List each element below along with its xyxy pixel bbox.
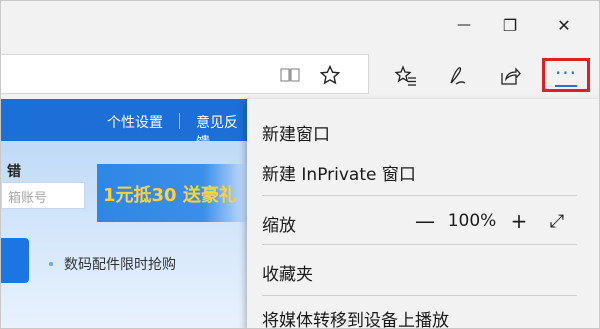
favorites-hub-icon	[394, 65, 416, 86]
share-icon	[501, 67, 521, 85]
menu-item-favorites-bar[interactable]: 收藏夹	[262, 260, 313, 285]
menu-item-new-private-window[interactable]: 新建 InPrivate 窗口	[262, 160, 416, 185]
close-button[interactable]: ✕	[546, 11, 582, 39]
promo-banner-text: 1元抵30 送豪礼	[103, 185, 237, 206]
error-label: 错	[7, 164, 21, 180]
more-actions-button[interactable]: ···	[542, 58, 590, 92]
restore-button[interactable]: ❐	[492, 11, 528, 39]
login-button[interactable]	[1, 238, 29, 283]
bullet-icon	[49, 262, 53, 266]
restore-icon: ❐	[502, 15, 518, 35]
fullscreen-icon[interactable]: ⤢	[547, 211, 567, 232]
promo-link[interactable]: 数码配件限时抢购	[64, 254, 176, 274]
menu-item-new-window[interactable]: 新建窗口	[262, 120, 330, 145]
navigation-bar: ···	[1, 51, 599, 99]
menu-divider	[262, 244, 577, 245]
minimize-button[interactable]: —	[446, 11, 482, 39]
web-note-icon	[450, 67, 466, 85]
site-header: 个性设置 意见反馈	[1, 99, 249, 151]
header-divider	[179, 113, 180, 129]
menu-item-zoom-label: 缩放	[262, 216, 296, 236]
menu-item-cast-media[interactable]: 将媒体转移到设备上播放	[262, 306, 449, 328]
add-favorite-star-icon[interactable]	[317, 55, 343, 95]
minimize-icon: —	[457, 17, 471, 33]
favorites-hub-button[interactable]	[391, 61, 421, 91]
zoom-controls: — 100% + ⤢	[413, 209, 567, 233]
promo-banner[interactable]: 1元抵30 送豪礼	[97, 164, 249, 222]
menu-divider	[262, 295, 577, 296]
close-icon: ✕	[557, 15, 571, 35]
title-bar: — ❐ ✕	[1, 1, 599, 51]
more-actions-menu: 新建窗口 新建 InPrivate 窗口 缩放 — 100% + ⤢ 收藏夹 将…	[247, 99, 599, 328]
zoom-in-button[interactable]: +	[507, 209, 531, 233]
login-area: 错 箱账号 1元抵30 送豪礼 数码配件限时抢购	[1, 141, 249, 328]
zoom-out-button[interactable]: —	[413, 209, 437, 233]
address-bar[interactable]	[1, 54, 369, 94]
zoom-value: 100%	[447, 211, 497, 231]
menu-divider	[262, 195, 577, 196]
share-button[interactable]	[495, 61, 525, 91]
web-note-button[interactable]	[443, 61, 473, 91]
browser-window: — ❐ ✕ ··· 个性设置 意见反 错 箱账号 1元抵30 送豪礼 数码配件限…	[0, 0, 600, 329]
reading-view-icon[interactable]	[277, 55, 303, 95]
account-input[interactable]: 箱账号	[1, 182, 85, 209]
more-icon: ···	[554, 61, 578, 85]
personal-settings-link[interactable]: 个性设置	[107, 112, 163, 132]
